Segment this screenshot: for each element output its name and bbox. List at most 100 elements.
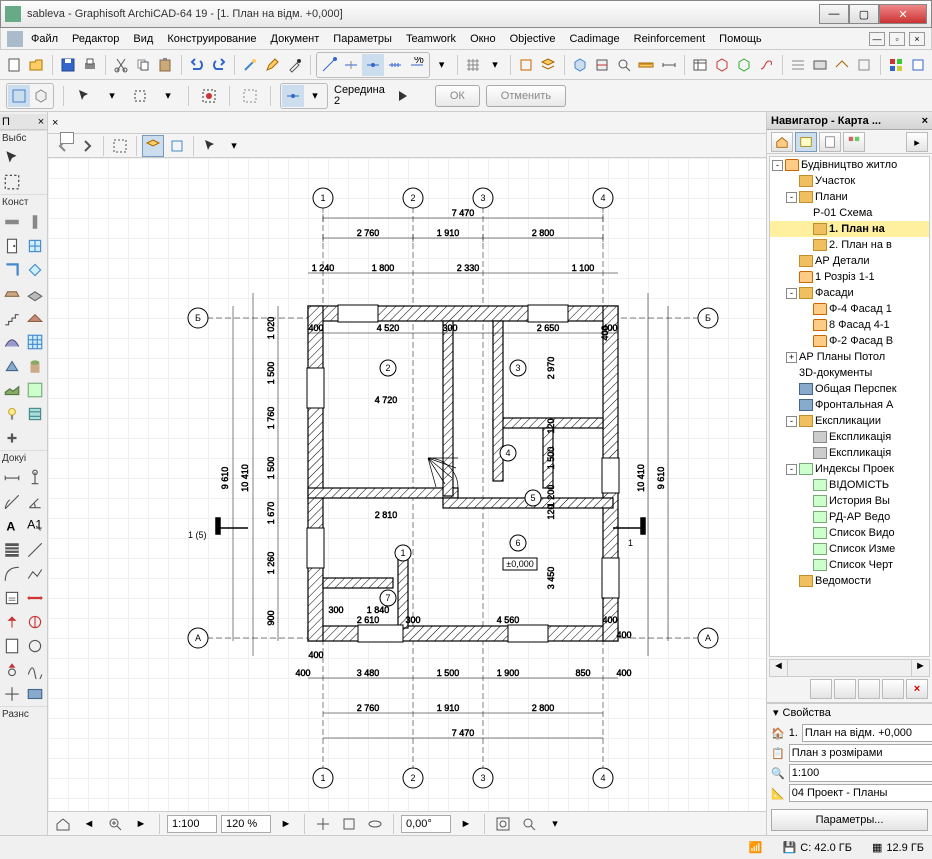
nav-popup-icon[interactable]: ▸ xyxy=(906,132,928,152)
settings-icon[interactable] xyxy=(908,54,928,76)
tree-item[interactable]: Експликація xyxy=(770,445,929,461)
snap-edge-icon[interactable] xyxy=(340,54,362,76)
skylight-tool-icon[interactable] xyxy=(24,258,48,282)
navigator-tree[interactable]: -Будівництво житлоУчасток-ПланиР-01 Схем… xyxy=(769,156,930,657)
worksheet-tool-icon[interactable] xyxy=(0,634,24,658)
shell-tool-icon[interactable] xyxy=(0,330,24,354)
tree-item[interactable]: -Експликации xyxy=(770,413,929,429)
object-tool-icon[interactable] xyxy=(24,354,48,378)
section-tool-icon[interactable] xyxy=(24,586,48,610)
mdi-restore[interactable]: ▫ xyxy=(889,32,905,46)
iso2-icon[interactable] xyxy=(734,54,754,76)
tree-item[interactable]: ВІДОМІСТЬ xyxy=(770,477,929,493)
mode-plan-icon[interactable] xyxy=(8,85,30,107)
tree-item[interactable]: 8 Фасад 4-1 xyxy=(770,317,929,333)
mesh-tool-icon[interactable] xyxy=(0,378,24,402)
frame-icon[interactable] xyxy=(854,54,874,76)
geometry-dropdown-icon[interactable]: ▾ xyxy=(157,85,179,107)
tree-item[interactable]: Участок xyxy=(770,173,929,189)
nav-clone-icon[interactable] xyxy=(858,679,880,699)
menu-construction[interactable]: Конструирование xyxy=(161,31,262,47)
new-icon[interactable] xyxy=(4,54,24,76)
snap-percent-icon[interactable]: % xyxy=(406,54,428,76)
lamp-tool-icon[interactable] xyxy=(0,402,24,426)
menu-window[interactable]: Окно xyxy=(464,31,502,47)
mdi-close[interactable]: × xyxy=(909,32,925,46)
ok-button[interactable]: ОК xyxy=(435,85,480,107)
wall-config-icon[interactable] xyxy=(810,54,830,76)
zone-tool-icon[interactable] xyxy=(24,378,48,402)
marquee-tool-icon[interactable] xyxy=(0,170,24,194)
cancel-button[interactable]: Отменить xyxy=(486,85,566,107)
tree-item[interactable]: РД-АР Ведо xyxy=(770,509,929,525)
fit-win-icon[interactable] xyxy=(492,813,514,835)
menu-cadimage[interactable]: Cadimage xyxy=(563,31,625,47)
roof-tool-icon[interactable] xyxy=(24,306,48,330)
prop-layers-input[interactable] xyxy=(789,744,932,762)
layer-icon[interactable] xyxy=(538,54,558,76)
menu-editor[interactable]: Редактор xyxy=(66,31,125,47)
zoom-sel-icon[interactable] xyxy=(518,813,540,835)
prop-name-input[interactable] xyxy=(802,724,932,742)
toolbox-close-icon[interactable]: × xyxy=(35,116,47,128)
angle-dim-tool-icon[interactable] xyxy=(24,490,48,514)
nav-new-folder-icon[interactable] xyxy=(810,679,832,699)
mode-3d-icon[interactable] xyxy=(30,85,52,107)
tab-close-icon[interactable]: × xyxy=(52,117,58,129)
menu-objective[interactable]: Objective xyxy=(504,31,562,47)
select-mode-icon[interactable] xyxy=(198,85,220,107)
pen-icon[interactable] xyxy=(262,54,282,76)
dimension-icon[interactable] xyxy=(659,54,679,76)
drawing-tool-icon[interactable] xyxy=(0,586,24,610)
open-icon[interactable] xyxy=(26,54,46,76)
prop-layout-input[interactable] xyxy=(789,784,932,802)
nav-delete-icon[interactable]: × xyxy=(906,679,928,699)
navigator-h-scroll[interactable]: ◄► xyxy=(769,659,930,677)
text-tool-icon[interactable]: A xyxy=(0,514,24,538)
zoom-input[interactable] xyxy=(221,815,271,833)
tree-item[interactable]: Ведомости xyxy=(770,573,929,589)
pan-icon[interactable] xyxy=(312,813,334,835)
fwd-view-icon[interactable]: ► xyxy=(130,813,152,835)
nav-project-icon[interactable] xyxy=(771,132,793,152)
grid-icon[interactable] xyxy=(463,54,483,76)
angle-dd-icon[interactable]: ► xyxy=(455,813,477,835)
column-tool-icon[interactable] xyxy=(24,210,48,234)
orbit-icon[interactable] xyxy=(364,813,386,835)
scale-input[interactable] xyxy=(167,815,217,833)
grid-tool-icon[interactable] xyxy=(24,402,48,426)
play-icon[interactable] xyxy=(391,85,413,107)
beam-tool-icon[interactable] xyxy=(0,282,24,306)
marquee-icon[interactable] xyxy=(239,85,261,107)
floor-icon[interactable] xyxy=(788,54,808,76)
nav-settings-icon[interactable] xyxy=(882,679,904,699)
radial-dim-tool-icon[interactable] xyxy=(0,490,24,514)
midpoint-dropdown-icon[interactable]: ▾ xyxy=(304,85,326,107)
tree-item[interactable]: Общая Перспек xyxy=(770,381,929,397)
maximize-button[interactable]: ▢ xyxy=(849,4,879,24)
vt-trace-icon[interactable] xyxy=(166,135,188,157)
nav-layout-icon[interactable] xyxy=(819,132,841,152)
roof-icon[interactable] xyxy=(832,54,852,76)
dimension-tool-icon[interactable] xyxy=(0,466,24,490)
vt-fwd-icon[interactable] xyxy=(76,135,98,157)
wall-tool-icon[interactable] xyxy=(0,210,24,234)
door-tool-icon[interactable] xyxy=(0,234,24,258)
tree-item[interactable]: 3D-документы xyxy=(770,365,929,381)
tree-item[interactable]: +АР Планы Потол xyxy=(770,349,929,365)
midpoint-active-icon[interactable] xyxy=(282,85,304,107)
menu-document[interactable]: Документ xyxy=(265,31,326,47)
vt-layers-icon[interactable] xyxy=(142,135,164,157)
close-button[interactable]: ✕ xyxy=(879,4,927,24)
tree-item[interactable]: -Индексы Проек xyxy=(770,461,929,477)
tree-item[interactable]: 1 Розріз 1-1 xyxy=(770,269,929,285)
trace-icon[interactable] xyxy=(516,54,536,76)
zoom-sel-dd-icon[interactable]: ▾ xyxy=(544,813,566,835)
nav-viewmap-icon[interactable] xyxy=(795,132,817,152)
mdi-minimize[interactable]: — xyxy=(869,32,885,46)
fit-icon[interactable] xyxy=(338,813,360,835)
elevation-tool-icon[interactable] xyxy=(0,610,24,634)
snap-endpoint-icon[interactable] xyxy=(318,54,340,76)
vt-cursor-icon[interactable] xyxy=(199,135,221,157)
snap-midpoint-icon[interactable] xyxy=(362,54,384,76)
